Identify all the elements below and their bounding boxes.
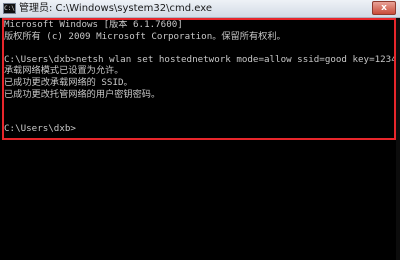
console-line: C:\Users\dxb>netsh wlan set hostednetwor… [4, 53, 396, 65]
console-output: Microsoft Windows [版本 6.1.7600] 版权所有 (c)… [4, 19, 396, 139]
title-bar[interactable]: C:\ 管理员: C:\Windows\system32\cmd.exe x [0, 0, 400, 18]
cmd-icon: C:\ [3, 3, 16, 14]
window-title: 管理员: C:\Windows\system32\cmd.exe [19, 3, 213, 14]
close-icon: x [381, 3, 387, 13]
scrollbar[interactable] [396, 18, 400, 260]
console-line: C:\Users\dxb> [4, 123, 76, 135]
close-button[interactable]: x [372, 1, 396, 15]
cmd-window: C:\ 管理员: C:\Windows\system32\cmd.exe x M… [0, 0, 400, 260]
console-line: 版权所有 (c) 2009 Microsoft Corporation。保留所有… [4, 30, 286, 42]
console-area[interactable]: Microsoft Windows [版本 6.1.7600] 版权所有 (c)… [0, 18, 400, 260]
console-line: 已成功更改托管网络的用户密钥密码。 [4, 88, 161, 100]
console-line: 已成功更改承载网络的 SSID。 [4, 76, 133, 88]
console-line: 承载网络模式已设置为允许。 [4, 65, 124, 77]
console-line: Microsoft Windows [版本 6.1.7600] [4, 19, 183, 30]
